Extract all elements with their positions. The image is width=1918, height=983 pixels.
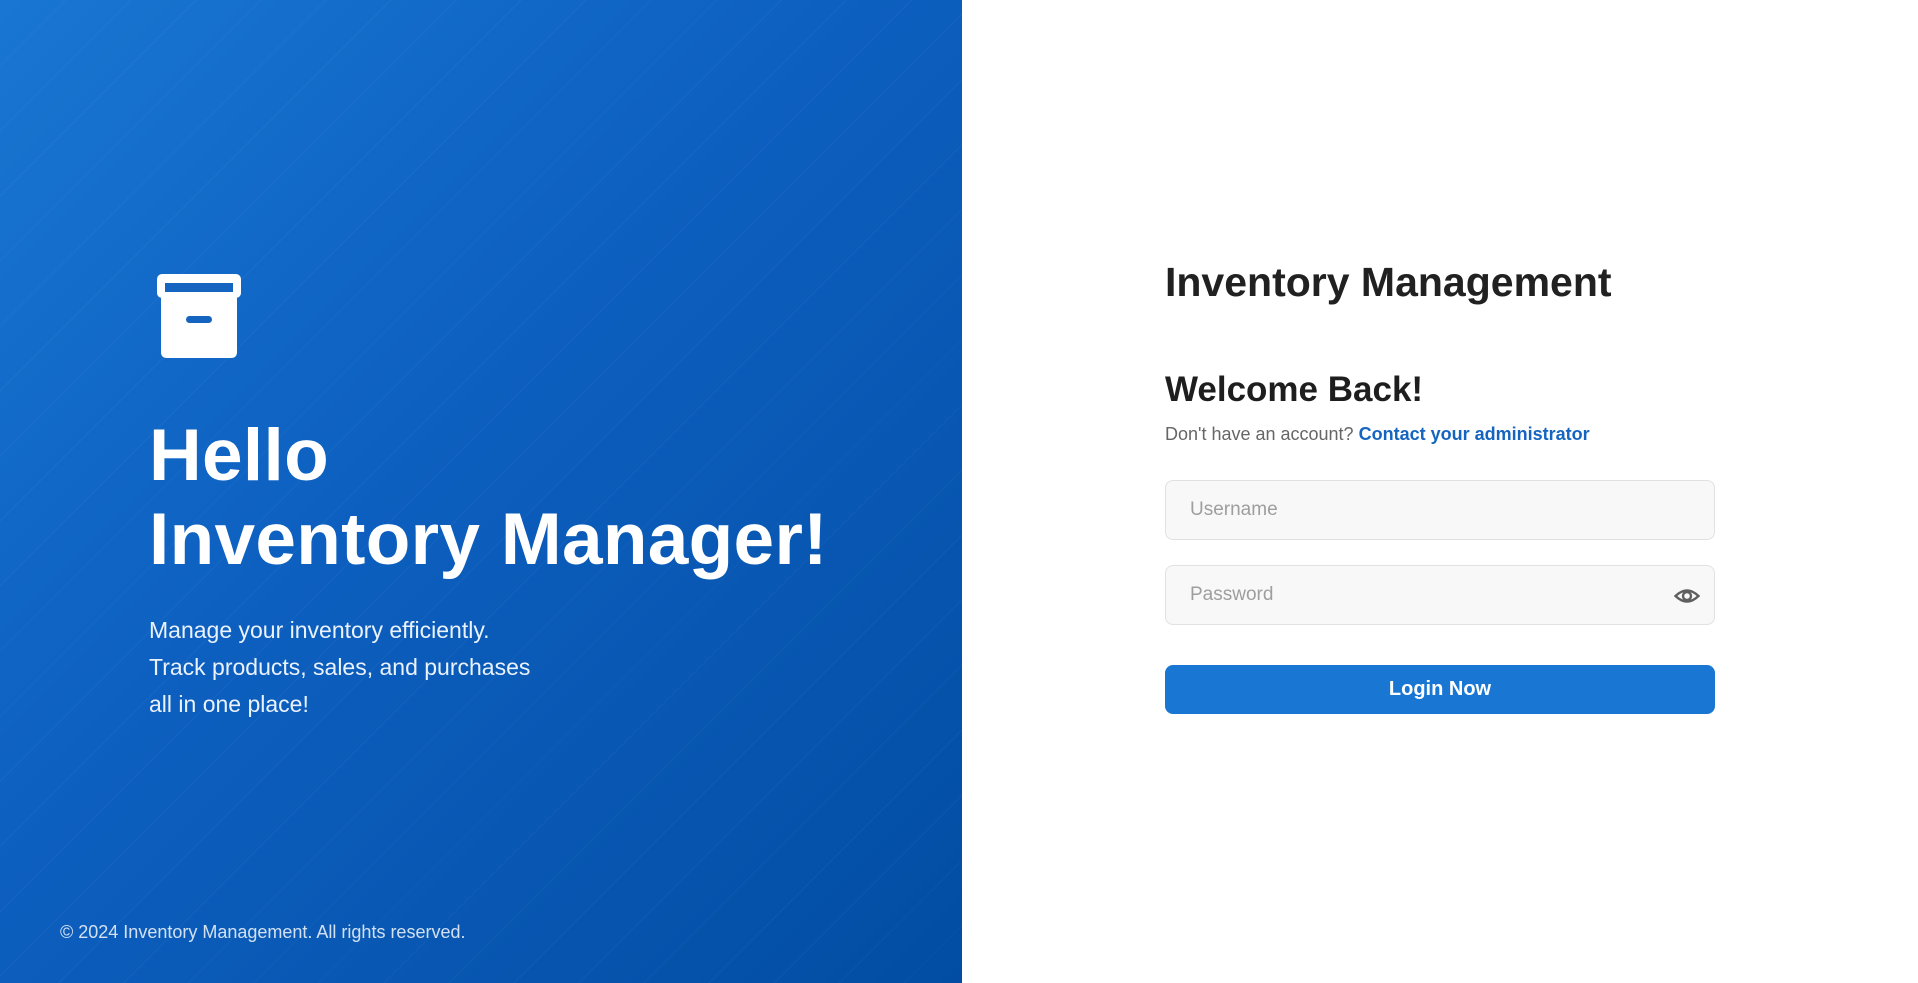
hero-description-line-3: all in one place! <box>149 691 309 717</box>
hero-description-line-1: Manage your inventory efficiently. <box>149 617 490 643</box>
copyright-footer: © 2024 Inventory Management. All rights … <box>60 922 466 942</box>
username-field <box>1165 480 1715 540</box>
hero-description-line-2: Track products, sales, and purchases <box>149 654 531 680</box>
hero-title-line-2: Inventory Manager! <box>149 499 828 580</box>
signup-prompt: Don't have an account? Contact your admi… <box>1165 422 1715 446</box>
login-page: Hello Inventory Manager! Manage your inv… <box>0 0 1918 983</box>
hero-title-line-1: Hello <box>149 415 329 496</box>
password-input[interactable] <box>1166 566 1714 624</box>
hero-title: Hello Inventory Manager! <box>149 414 869 582</box>
eye-icon[interactable] <box>1672 582 1702 610</box>
password-field <box>1165 565 1715 625</box>
no-account-text: Don't have an account? <box>1165 424 1354 444</box>
contact-admin-link[interactable]: Contact your administrator <box>1359 424 1590 444</box>
app-title: Inventory Management <box>1165 259 1612 305</box>
hero-content: Hello Inventory Manager! Manage your inv… <box>149 274 869 723</box>
welcome-heading: Welcome Back! <box>1165 370 1424 409</box>
hero-description: Manage your inventory efficiently. Track… <box>149 612 869 723</box>
login-form: Inventory Management Welcome Back! Don't… <box>1165 256 1715 714</box>
username-input[interactable] <box>1166 481 1714 539</box>
login-button[interactable]: Login Now <box>1165 665 1715 714</box>
hero-panel: Hello Inventory Manager! Manage your inv… <box>0 0 962 983</box>
login-panel: Inventory Management Welcome Back! Don't… <box>962 0 1918 983</box>
archive-box-icon <box>157 274 241 358</box>
